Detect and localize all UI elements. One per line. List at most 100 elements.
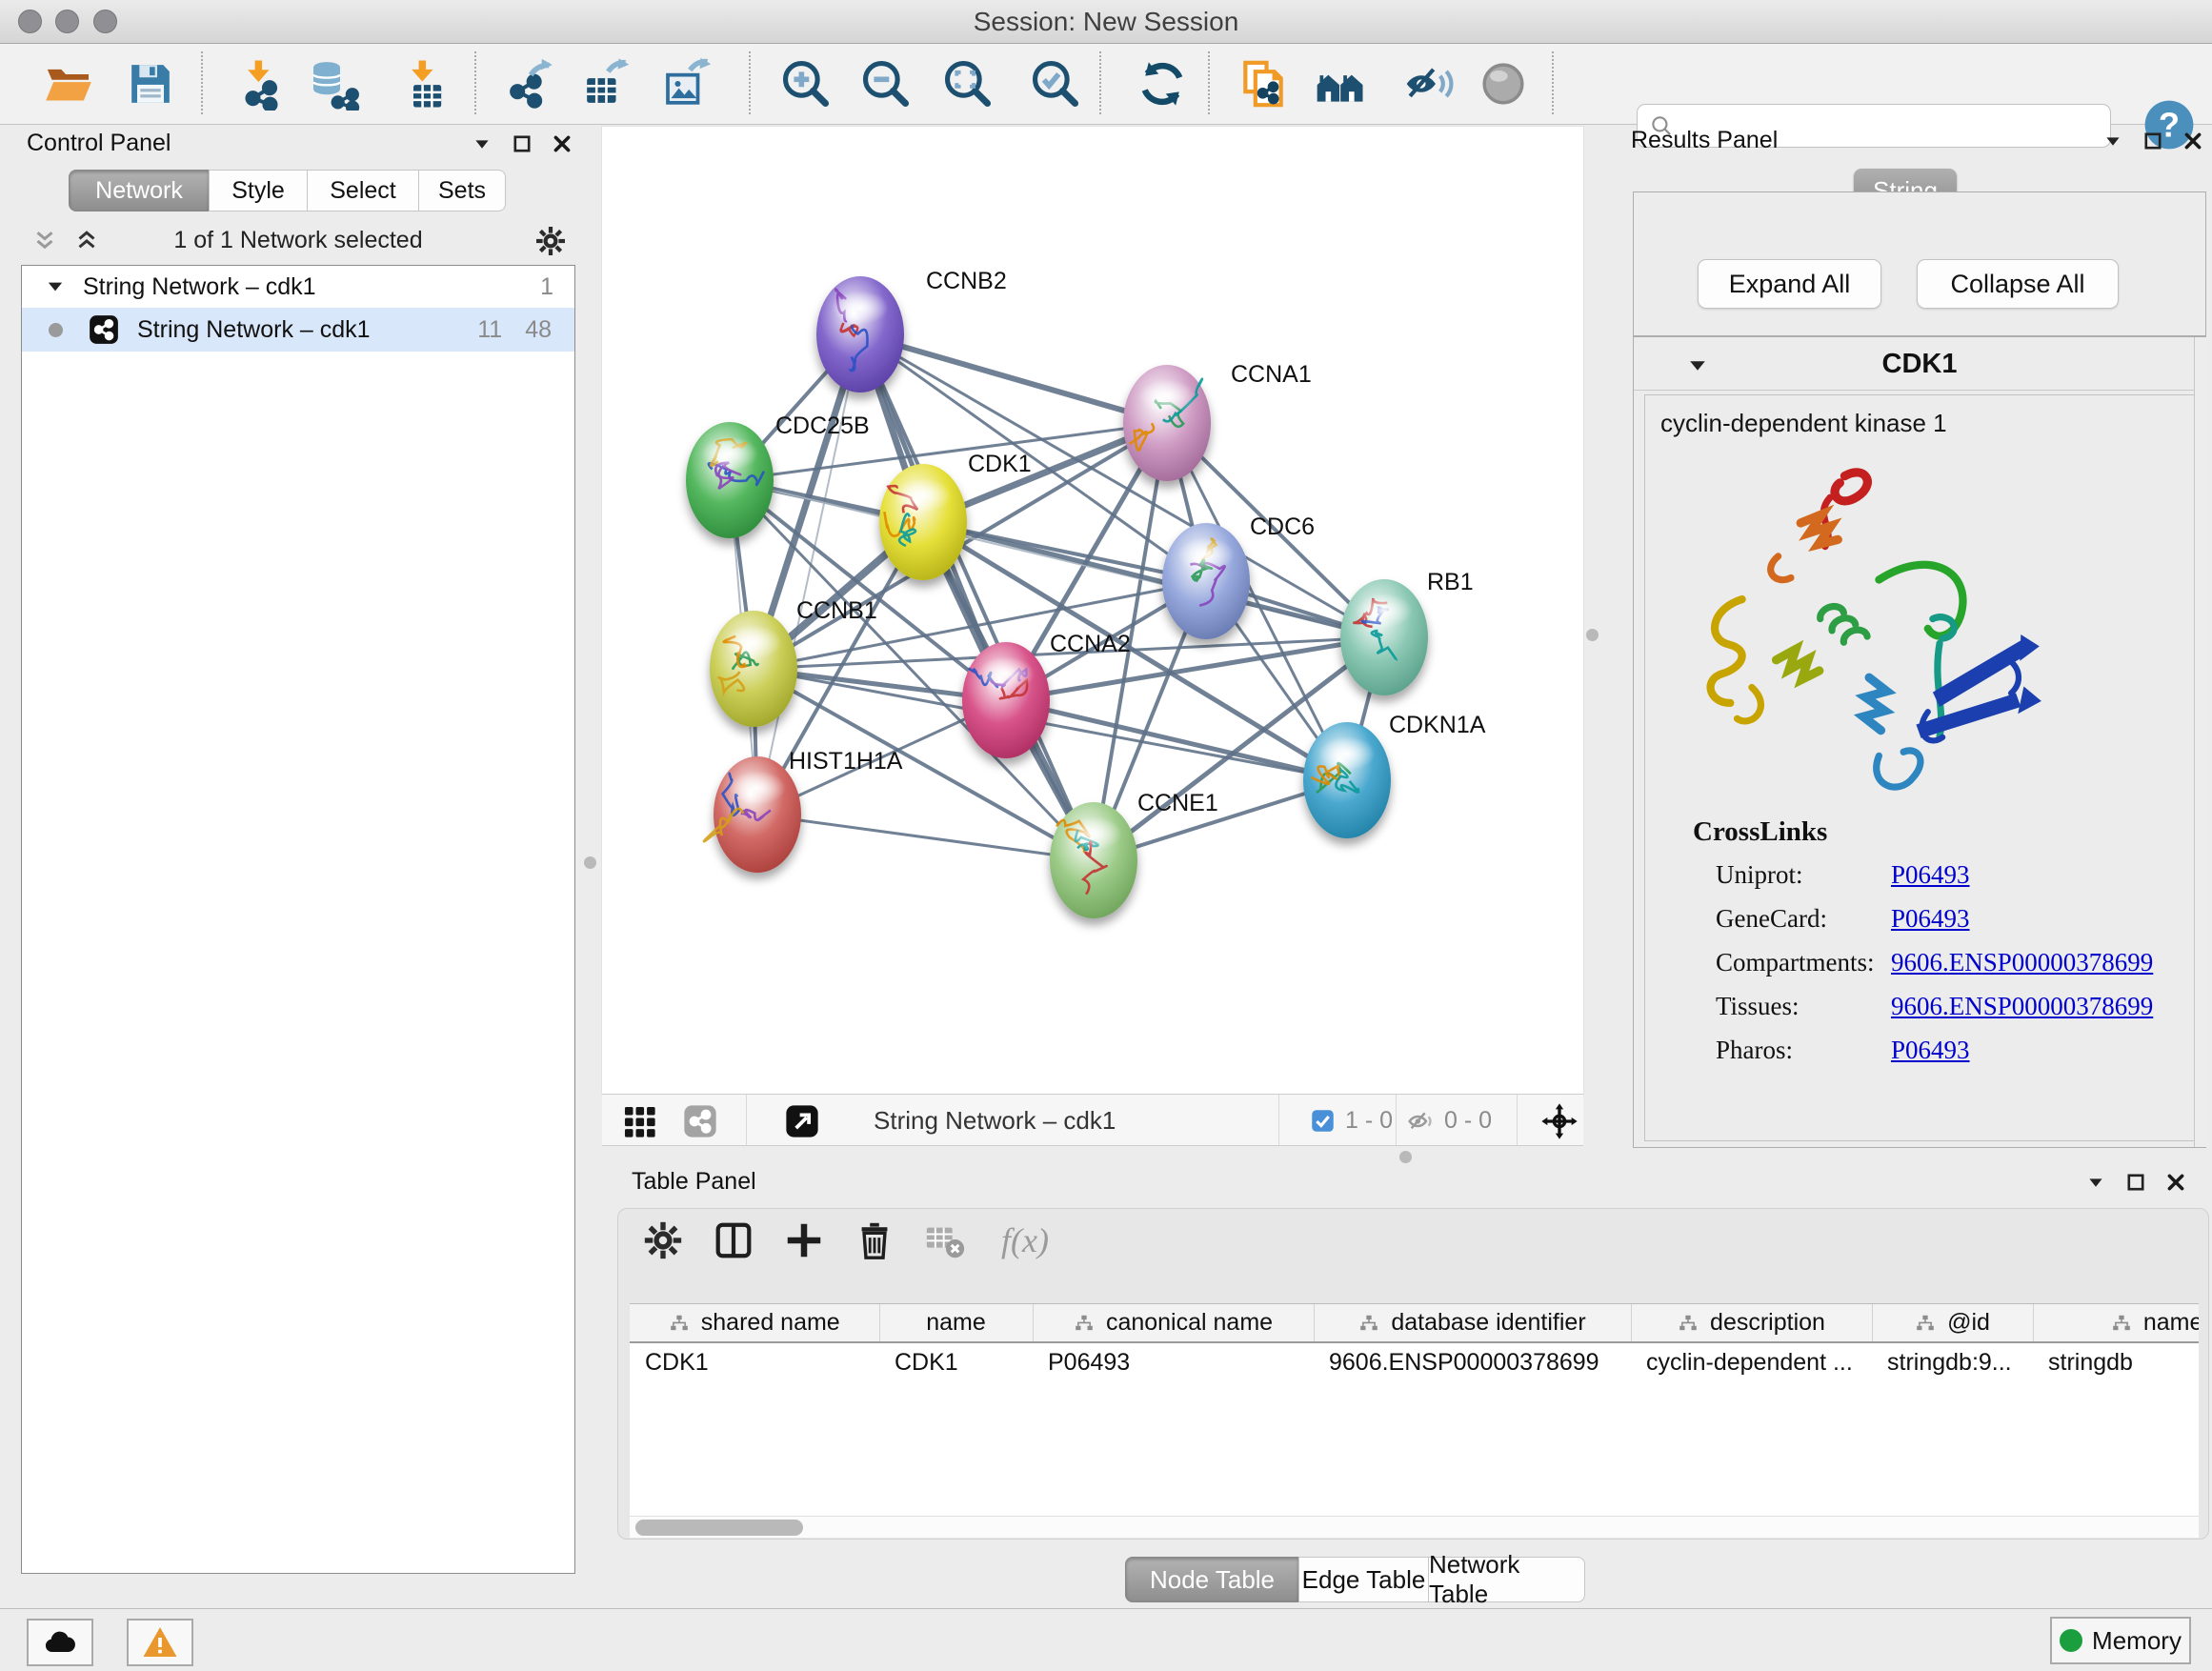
node-gloss-highlight xyxy=(977,656,1035,691)
panel-float-icon[interactable] xyxy=(511,132,533,155)
cell-shared-name[interactable]: CDK1 xyxy=(630,1342,879,1382)
column-type-icon xyxy=(669,1313,690,1334)
import-network-icon[interactable] xyxy=(236,57,290,111)
first-neighbors-icon[interactable] xyxy=(1313,57,1366,111)
gene-section-header[interactable]: CDK1 xyxy=(1634,337,2205,391)
cell-database-identifier[interactable]: 9606.ENSP00000378699 xyxy=(1314,1342,1631,1382)
network-view-icon[interactable] xyxy=(682,1103,718,1139)
tab-network-table[interactable]: Network Table xyxy=(1428,1557,1585,1602)
network-options-gear-icon[interactable] xyxy=(533,224,568,258)
panel-close-icon[interactable] xyxy=(551,132,573,155)
tab-node-table[interactable]: Node Table xyxy=(1125,1557,1299,1602)
network-canvas[interactable]: CCNB2CCNA1CDC25BCDK1CDC6RB1CCNB1CCNA2CDK… xyxy=(602,127,1583,1094)
results-scrollbar[interactable] xyxy=(2194,337,2206,1147)
crosslink-label: Compartments: xyxy=(1716,948,1891,977)
expand-all-icon[interactable] xyxy=(72,227,101,255)
window-zoom-icon[interactable] xyxy=(93,10,117,33)
memory-button[interactable]: Memory xyxy=(2050,1617,2191,1664)
hidden-eye-icon[interactable] xyxy=(1407,1106,1438,1137)
show-all-icon[interactable] xyxy=(1477,57,1530,111)
network-edge[interactable] xyxy=(860,334,1094,860)
window-title: Session: New Session xyxy=(0,0,2212,44)
cell-canonical-name[interactable]: P06493 xyxy=(1033,1342,1314,1382)
right-splitter-handle[interactable] xyxy=(1586,629,1599,641)
hscrollbar-thumb[interactable] xyxy=(635,1520,803,1536)
control-panel: Control Panel Network Style Select Sets … xyxy=(13,130,583,1578)
refresh-icon[interactable] xyxy=(1136,57,1189,111)
warnings-button[interactable] xyxy=(127,1619,193,1666)
birds-eye-icon[interactable] xyxy=(1540,1102,1579,1140)
network-edge[interactable] xyxy=(757,334,860,815)
panel-float-icon[interactable] xyxy=(2142,130,2164,152)
cloud-button[interactable] xyxy=(27,1619,93,1666)
collapse-all-icon[interactable] xyxy=(30,227,59,255)
title-bar: Session: New Session xyxy=(0,0,2212,44)
panel-menu-icon[interactable] xyxy=(2084,1171,2107,1194)
detach-view-icon[interactable] xyxy=(784,1103,820,1139)
tab-style[interactable]: Style xyxy=(209,170,308,211)
open-session-icon[interactable] xyxy=(42,57,95,111)
cell-name[interactable]: CDK1 xyxy=(879,1342,1033,1382)
table-hscrollbar[interactable] xyxy=(630,1516,2199,1538)
zoom-selected-icon[interactable] xyxy=(1029,57,1082,111)
network-graph[interactable]: CCNB2CCNA1CDC25BCDK1CDC6RB1CCNB1CCNA2CDK… xyxy=(602,127,1583,1094)
tab-sets[interactable]: Sets xyxy=(418,170,506,211)
node-gloss-highlight xyxy=(1177,537,1235,572)
table-row[interactable]: CDK1 CDK1 P06493 9606.ENSP00000378699 cy… xyxy=(630,1342,2199,1382)
panel-menu-icon[interactable] xyxy=(2101,130,2124,152)
hide-selected-icon[interactable] xyxy=(1402,57,1456,111)
crosslink-link[interactable]: 9606.ENSP00000378699 xyxy=(1891,992,2153,1021)
panel-float-icon[interactable] xyxy=(2124,1171,2147,1194)
tab-network[interactable]: Network xyxy=(69,170,210,211)
import-network-database-icon[interactable] xyxy=(307,57,360,111)
export-table-icon[interactable] xyxy=(579,57,633,111)
save-session-icon[interactable] xyxy=(124,57,177,111)
network-edge[interactable] xyxy=(923,522,1384,637)
collapse-all-button[interactable]: Collapse All xyxy=(1917,259,2119,309)
clone-network-icon[interactable] xyxy=(1237,57,1290,111)
crosslink-link[interactable]: P06493 xyxy=(1891,904,1970,934)
crosslink-link[interactable]: 9606.ENSP00000378699 xyxy=(1891,948,2153,977)
left-splitter-handle[interactable] xyxy=(584,856,596,869)
tab-select[interactable]: Select xyxy=(307,170,419,211)
selected-checkbox-icon[interactable] xyxy=(1310,1108,1336,1134)
results-panel-title: Results Panel xyxy=(1631,127,1778,154)
crosslink-link[interactable]: P06493 xyxy=(1891,1036,1970,1065)
network-edge[interactable] xyxy=(1006,700,1347,780)
delete-column-icon[interactable] xyxy=(853,1218,896,1262)
node-label: CCNB1 xyxy=(796,597,877,624)
cell-namespace[interactable]: stringdb xyxy=(2033,1342,2199,1382)
show-columns-icon[interactable] xyxy=(712,1218,755,1262)
import-table-icon[interactable] xyxy=(400,57,453,111)
network-edge[interactable] xyxy=(860,334,1167,423)
node-table[interactable]: shared name name canonical name database… xyxy=(630,1303,2199,1516)
column-header: description xyxy=(1710,1309,1825,1337)
expand-all-button[interactable]: Expand All xyxy=(1698,259,1881,309)
network-edge[interactable] xyxy=(757,815,1094,860)
create-column-icon[interactable] xyxy=(782,1218,826,1262)
bottom-splitter-handle[interactable] xyxy=(1399,1151,1412,1163)
window-close-icon[interactable] xyxy=(18,10,42,33)
table-settings-gear-icon[interactable] xyxy=(641,1218,685,1262)
table-header-row[interactable]: shared name name canonical name database… xyxy=(630,1304,2199,1342)
gene-name: CDK1 xyxy=(1634,349,2205,380)
panel-menu-icon[interactable] xyxy=(471,132,493,155)
tab-edge-table[interactable]: Edge Table xyxy=(1298,1557,1429,1602)
crosslink-label: Uniprot: xyxy=(1716,860,1891,890)
zoom-fit-icon[interactable] xyxy=(941,57,995,111)
zoom-out-icon[interactable] xyxy=(859,57,913,111)
zoom-in-icon[interactable] xyxy=(779,57,833,111)
network-row[interactable]: String Network – cdk1 11 48 xyxy=(22,308,574,352)
panel-close-icon[interactable] xyxy=(2182,130,2204,152)
export-network-icon[interactable] xyxy=(503,57,556,111)
export-image-icon[interactable] xyxy=(661,57,714,111)
cell-description[interactable]: cyclin-dependent ... xyxy=(1631,1342,1872,1382)
network-collection-row[interactable]: String Network – cdk1 1 xyxy=(22,266,574,308)
grid-view-icon[interactable] xyxy=(621,1103,657,1139)
crosslink-row: Pharos:P06493 xyxy=(1716,1036,1970,1065)
collection-caret-icon[interactable] xyxy=(45,276,66,297)
window-minimize-icon[interactable] xyxy=(55,10,79,33)
panel-close-icon[interactable] xyxy=(2164,1171,2187,1194)
crosslink-link[interactable]: P06493 xyxy=(1891,860,1970,890)
cell-id[interactable]: stringdb:9... xyxy=(1872,1342,2033,1382)
